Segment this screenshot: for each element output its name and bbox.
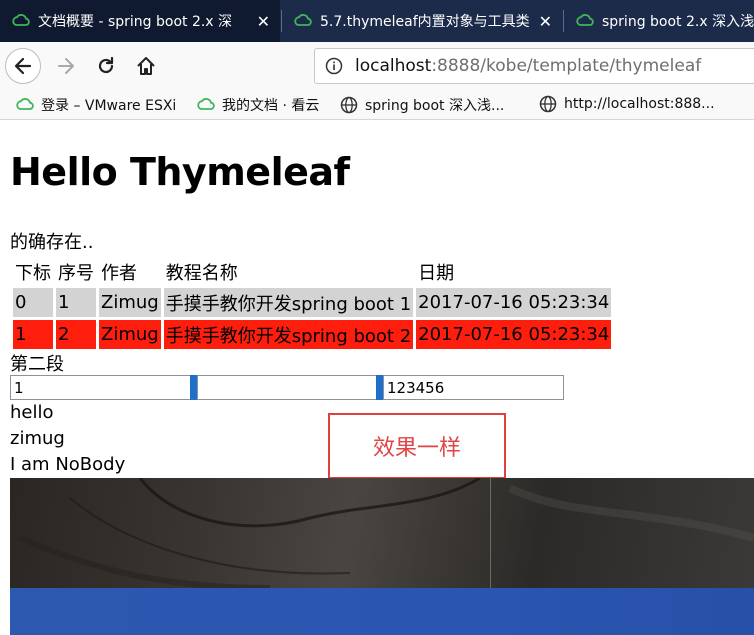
text-line-nobody: I am NoBody xyxy=(10,454,126,475)
forward-button[interactable] xyxy=(48,48,84,84)
table-cell: 2 xyxy=(56,320,96,349)
arrow-left-icon xyxy=(14,57,32,75)
bookmark-label: http://localhost:888... xyxy=(564,96,715,112)
column-header-number: 序号 xyxy=(58,262,94,284)
input-row xyxy=(10,375,564,400)
arrow-right-icon xyxy=(58,58,74,74)
table-row: 0 1 Zimug 手摸手教你开发spring boot 1 2017-07-1… xyxy=(13,288,612,317)
table-cell: 0 xyxy=(13,288,53,317)
exists-text: 的确存在.. xyxy=(10,232,94,253)
home-icon xyxy=(137,57,155,75)
column-header-tutorial-name: 教程名称 xyxy=(165,262,238,284)
tab-title: spring boot 2.x 深入浅 xyxy=(602,14,754,30)
bookmark-label: 登录 – VMware ESXi xyxy=(41,98,177,114)
tab-title: 文档概要 - spring boot 2.x 深 xyxy=(38,14,233,30)
address-bar[interactable]: localhost:8888/kobe/template/thymeleaf xyxy=(314,48,754,84)
table-cell: Zimug xyxy=(99,288,161,317)
globe-icon xyxy=(539,95,557,113)
url-text: localhost:8888/kobe/template/thymeleaf xyxy=(355,56,701,76)
blue-band xyxy=(10,588,754,635)
cloud-icon xyxy=(197,98,215,110)
table-header-row: 下标 序号 作者 教程名称 日期 xyxy=(13,258,611,285)
middle-input[interactable] xyxy=(197,375,378,400)
tab-title: 5.7.thymeleaf内置对象与工具类 xyxy=(320,14,530,30)
bookmark-my-docs[interactable]: 我的文档 · 看云 xyxy=(197,95,319,115)
column-header-index: 下标 xyxy=(15,262,51,284)
page-heading: Hello Thymeleaf xyxy=(10,150,350,194)
cloud-icon xyxy=(576,14,594,26)
back-button[interactable] xyxy=(5,48,41,84)
table-cell: 1 xyxy=(56,288,96,317)
navigation-bar: localhost:8888/kobe/template/thymeleaf xyxy=(0,42,754,90)
table-row: 1 2 Zimug 手摸手教你开发spring boot 2 2017-07-1… xyxy=(13,320,612,349)
table-cell: 1 xyxy=(13,320,53,349)
tutorial-table: 下标 序号 作者 教程名称 日期 0 1 Zimug 手摸手教你开发spring… xyxy=(10,255,614,352)
bookmark-localhost[interactable]: http://localhost:888... xyxy=(539,95,715,113)
reload-icon xyxy=(98,56,114,74)
cloud-icon xyxy=(12,14,30,26)
url-path: :8888/kobe/template/thymeleaf xyxy=(431,56,702,76)
section-two-label: 第二段 xyxy=(10,354,64,375)
bookmark-label: spring boot 深入浅... xyxy=(365,98,505,114)
text-line-zimug: zimug xyxy=(10,428,65,449)
cloud-icon xyxy=(16,98,34,110)
table-cell: Zimug xyxy=(99,320,161,349)
cloud-icon xyxy=(294,14,312,26)
background-image xyxy=(10,478,754,635)
bookmark-spring-boot[interactable]: spring boot 深入浅... xyxy=(340,95,504,115)
tab-strip: 文档概要 - spring boot 2.x 深 ✕ 5.7.thymeleaf… xyxy=(0,0,754,42)
tab-spring-boot[interactable]: spring boot 2.x 深入浅 xyxy=(564,0,754,42)
bookmark-vmware-esxi[interactable]: 登录 – VMware ESXi xyxy=(16,95,176,115)
table-cell: 手摸手教你开发spring boot 1 xyxy=(163,288,414,317)
annotation-box: 效果一样 xyxy=(328,413,506,479)
bookmark-label: 我的文档 · 看云 xyxy=(222,98,320,114)
column-header-author: 作者 xyxy=(101,262,137,284)
home-button[interactable] xyxy=(128,48,164,84)
table-cell: 手摸手教你开发spring boot 2 xyxy=(163,320,414,349)
table-cell: 2017-07-16 05:23:34 xyxy=(416,288,612,317)
close-tab-icon[interactable]: ✕ xyxy=(539,12,552,31)
drag-handle[interactable] xyxy=(190,375,197,400)
url-host: localhost xyxy=(355,56,432,76)
tab-thymeleaf-objects[interactable]: 5.7.thymeleaf内置对象与工具类 ✕ xyxy=(282,0,562,42)
column-header-date: 日期 xyxy=(418,262,455,284)
first-input[interactable] xyxy=(10,375,192,400)
info-icon[interactable] xyxy=(325,57,343,75)
bookmarks-bar: 登录 – VMware ESXi 我的文档 · 看云 spring boot 深… xyxy=(0,90,754,120)
close-tab-icon[interactable]: ✕ xyxy=(257,12,270,31)
text-line-hello: hello xyxy=(10,402,54,423)
globe-icon xyxy=(340,96,358,114)
last-input[interactable] xyxy=(383,375,564,400)
reload-button[interactable] xyxy=(88,48,124,84)
annotation-text: 效果一样 xyxy=(372,436,461,461)
tab-doc-overview[interactable]: 文档概要 - spring boot 2.x 深 ✕ xyxy=(0,0,280,42)
table-cell: 2017-07-16 05:23:34 xyxy=(416,320,612,349)
drag-handle[interactable] xyxy=(376,375,383,400)
